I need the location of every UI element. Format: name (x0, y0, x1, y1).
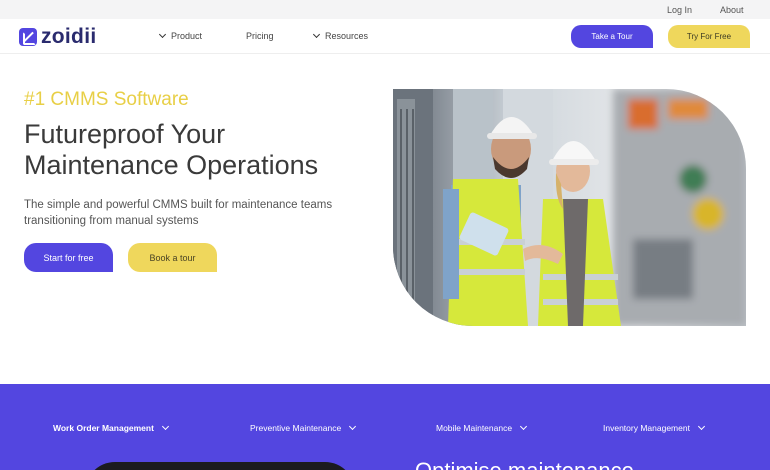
nav-item-label: Pricing (246, 31, 274, 41)
utility-bar: Log In About (0, 0, 770, 19)
chevron-down-icon (349, 422, 357, 430)
chevron-down-icon (161, 422, 169, 430)
chevron-down-icon (697, 422, 705, 430)
tab-label: Inventory Management (603, 423, 690, 433)
hero-headline: Futureproof Your Maintenance Operations (24, 119, 384, 181)
login-link[interactable]: Log In (667, 5, 692, 15)
tab-label: Preventive Maintenance (250, 423, 342, 433)
nav-item-product[interactable]: Product (158, 30, 203, 41)
tab-label: Mobile Maintenance (436, 423, 513, 433)
hero-eyebrow: #1 CMMS Software (24, 89, 189, 110)
try-for-free-button[interactable]: Try For Free (668, 25, 750, 48)
start-for-free-button[interactable]: Start for free (24, 243, 113, 272)
nav-item-resources[interactable]: Resources (312, 30, 369, 41)
nav-item-label: Resources (325, 31, 369, 41)
nav-item-label: Product (171, 31, 203, 41)
logo-text: zoidii (41, 25, 97, 48)
tab-inventory-management[interactable]: Inventory Management (603, 422, 705, 433)
headline-line-2: Maintenance Operations (24, 150, 319, 180)
logo[interactable]: zoidii (19, 25, 97, 48)
book-a-tour-button[interactable]: Book a tour (128, 243, 217, 272)
tab-preventive-maintenance[interactable]: Preventive Maintenance (250, 422, 357, 433)
zoidii-logo-icon (19, 28, 37, 46)
feature-heading: Optimise maintenance (415, 458, 634, 470)
tab-mobile-maintenance[interactable]: Mobile Maintenance (436, 422, 528, 433)
take-a-tour-button[interactable]: Take a Tour (571, 25, 653, 48)
chevron-down-icon (520, 422, 528, 430)
nav-item-pricing[interactable]: Pricing (246, 31, 274, 41)
headline-line-1: Futureproof Your (24, 119, 226, 149)
hero-photo-workers (393, 89, 746, 326)
main-nav: zoidii Product Pricing Resources Take a … (0, 19, 770, 54)
feature-preview-panel (85, 462, 355, 470)
hero-subtext: The simple and powerful CMMS built for m… (24, 199, 333, 227)
tab-label: Work Order Management (53, 423, 154, 433)
about-link[interactable]: About (720, 5, 744, 15)
tab-work-order-management[interactable]: Work Order Management (53, 422, 169, 433)
feature-band: Work Order Management Preventive Mainten… (0, 384, 770, 470)
chevron-down-icon (158, 30, 167, 39)
chevron-down-icon (312, 30, 321, 39)
